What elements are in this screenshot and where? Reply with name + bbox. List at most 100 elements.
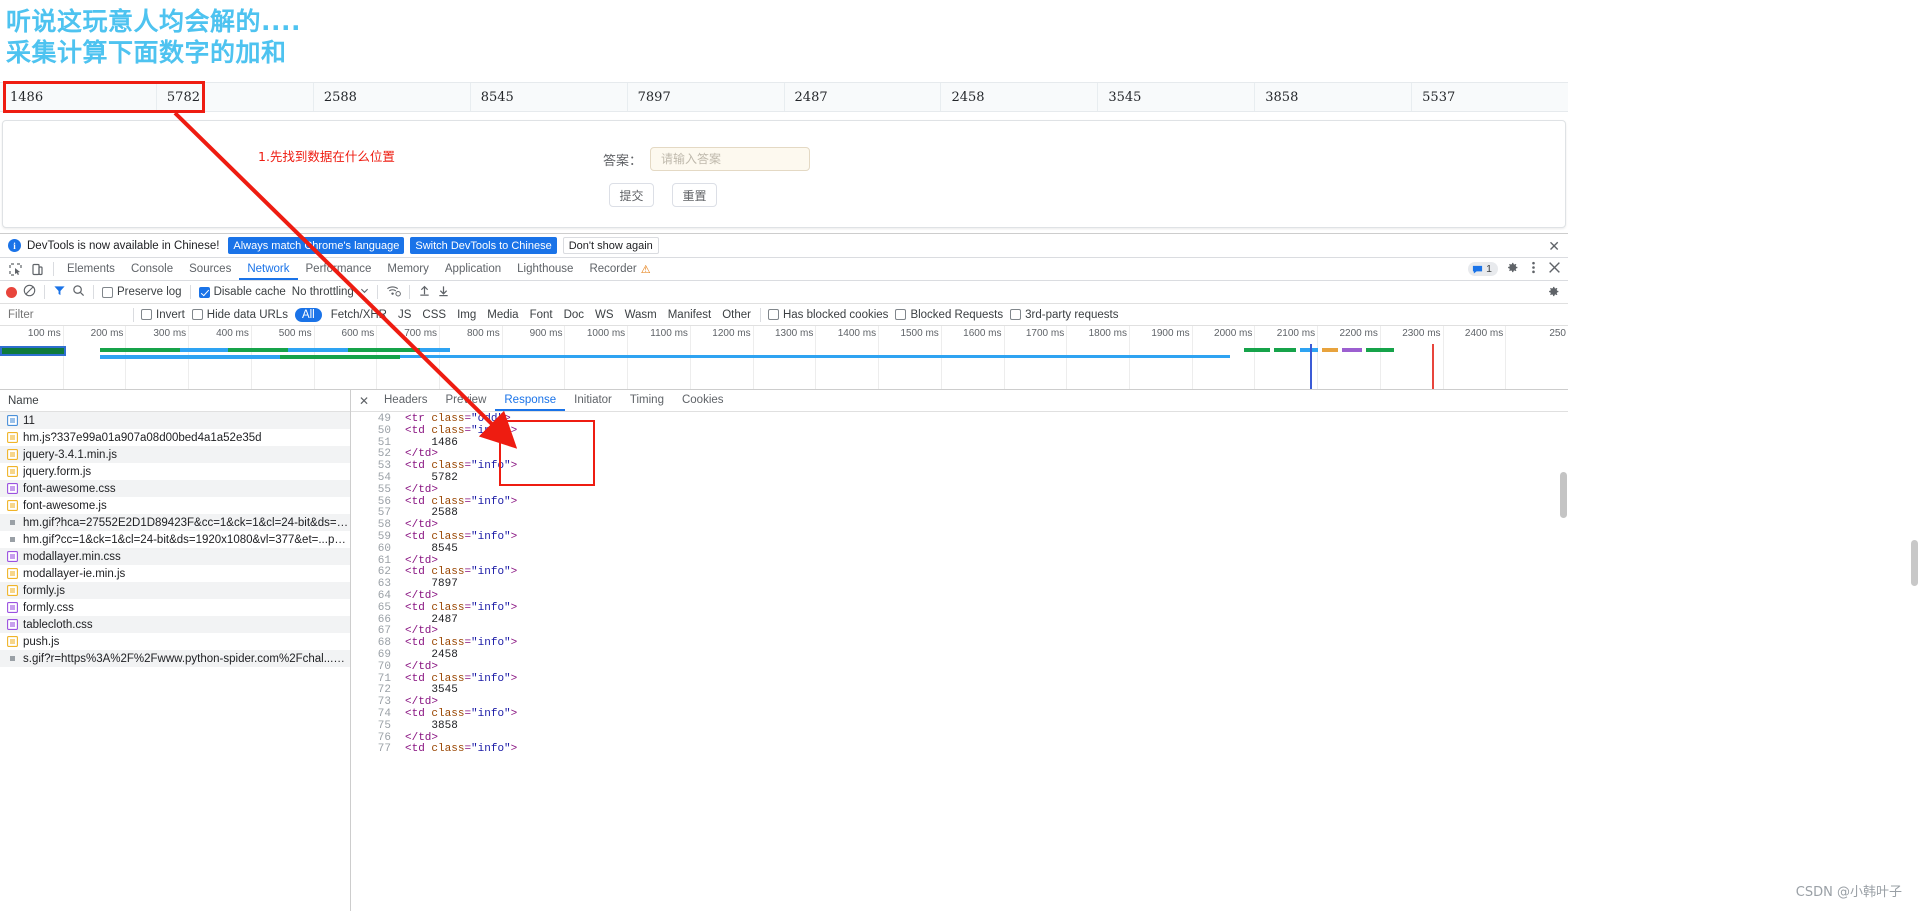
code-line: <td class="info"> <box>405 530 518 543</box>
request-row[interactable]: hm.gif?cc=1&ck=1&cl=24-bit&ds=1920x1080&… <box>0 531 350 548</box>
more-options-icon[interactable] <box>1527 261 1540 277</box>
disable-cache-checkbox[interactable]: Disable cache <box>198 286 286 298</box>
detail-tab-response[interactable]: Response <box>495 390 565 411</box>
filter-type-fetch-xhr[interactable]: Fetch/XHR <box>329 309 389 321</box>
devtools-vertical-scrollbar[interactable] <box>1911 540 1918 586</box>
code-line: </td> <box>405 696 439 709</box>
tab-recorder[interactable]: Recorder <box>581 258 644 280</box>
code-line-number: 70 <box>377 660 391 673</box>
filter-type-doc[interactable]: Doc <box>562 309 586 321</box>
filter-separator-2 <box>759 307 761 322</box>
invert-checkbox[interactable]: Invert <box>141 309 185 321</box>
number-cell: 5537 <box>1422 89 1456 105</box>
device-toolbar-icon[interactable] <box>26 259 48 279</box>
request-row[interactable]: formly.js <box>0 582 350 599</box>
request-row[interactable]: formly.css <box>0 599 350 616</box>
filter-input[interactable] <box>6 307 126 322</box>
request-row[interactable]: font-awesome.css <box>0 480 350 497</box>
switch-to-chinese-button[interactable]: Switch DevTools to Chinese <box>410 237 557 254</box>
watermark-text: CSDN @小韩叶子 <box>1795 885 1902 900</box>
request-row[interactable]: jquery.form.js <box>0 463 350 480</box>
always-match-language-button[interactable]: Always match Chrome's language <box>228 237 405 254</box>
import-har-icon[interactable] <box>418 284 431 300</box>
tab-memory[interactable]: Memory <box>379 258 437 280</box>
code-scrollbar[interactable] <box>1560 472 1567 518</box>
request-row[interactable]: hm.gif?hca=27552E2D1D89423F&cc=1&ck=1&cl… <box>0 514 350 531</box>
has-blocked-cookies-checkbox[interactable]: Has blocked cookies <box>767 309 888 321</box>
filter-type-media[interactable]: Media <box>485 309 520 321</box>
tab-performance[interactable]: Performance <box>298 258 380 280</box>
request-row[interactable]: tablecloth.css <box>0 616 350 633</box>
network-conditions-icon[interactable] <box>386 284 401 300</box>
network-settings-gear-icon[interactable] <box>1547 285 1560 301</box>
timeline-tick-label: 2000 ms <box>1214 328 1253 339</box>
filter-type-wasm[interactable]: Wasm <box>623 309 659 321</box>
request-row[interactable]: 11 <box>0 412 350 429</box>
detail-tab-timing[interactable]: Timing <box>621 390 673 411</box>
response-code-view[interactable]: 49 50 51 52 53 54 55 56 57 58 59 60 61 62 63 64 65 66 67 68… <box>351 412 1568 911</box>
third-party-label: 3rd-party requests <box>1025 308 1119 321</box>
filter-type-css[interactable]: CSS <box>420 309 448 321</box>
answer-form-card: 答案： 提交 重置 <box>2 120 1566 228</box>
record-button-icon[interactable] <box>6 286 17 298</box>
request-detail-tabs: ✕ Headers Preview Response Initiator Timing C… <box>351 390 1568 412</box>
clear-requests-icon[interactable] <box>23 284 36 300</box>
message-count-badge[interactable]: 1 <box>1468 262 1498 276</box>
request-row[interactable]: jquery-3.4.1.min.js <box>0 446 350 463</box>
detail-tab-preview[interactable]: Preview <box>436 390 495 411</box>
export-har-icon[interactable] <box>437 284 450 300</box>
request-row[interactable]: s.gif?r=https%3A%2F%2Fwww.python-spider.… <box>0 650 350 667</box>
request-row[interactable]: modallayer.min.css <box>0 548 350 565</box>
tab-network[interactable]: Network <box>239 258 297 280</box>
request-row[interactable]: modallayer-ie.min.js <box>0 565 350 582</box>
close-icon[interactable]: ✕ <box>1548 238 1560 255</box>
submit-button[interactable]: 提交 <box>609 183 654 207</box>
detail-tab-cookies[interactable]: Cookies <box>673 390 733 411</box>
code-line: <td class="info"> <box>405 495 518 508</box>
third-party-requests-checkbox[interactable]: 3rd-party requests <box>1010 309 1118 321</box>
filter-type-all[interactable]: All <box>294 307 322 322</box>
network-panes: Name 11 hm.js?337e99a01a907a08d00bed4a1a5… <box>0 390 1568 911</box>
filter-type-other[interactable]: Other <box>720 309 753 321</box>
filter-funnel-icon[interactable] <box>53 284 66 300</box>
inspect-element-icon[interactable] <box>4 259 26 279</box>
tab-console[interactable]: Console <box>123 258 181 280</box>
network-overview-timeline[interactable]: 100 ms 200 ms 300 ms 400 ms 500 ms 600 ms 700 … <box>0 326 1568 390</box>
timeline-tick-label: 400 ms <box>216 328 249 339</box>
hide-data-urls-checkbox[interactable]: Hide data URLs <box>191 309 288 321</box>
blocked-requests-label: Blocked Requests <box>910 308 1004 321</box>
tab-elements[interactable]: Elements <box>59 258 123 280</box>
preserve-log-checkbox[interactable]: Preserve log <box>102 286 182 298</box>
reset-button[interactable]: 重置 <box>672 183 717 207</box>
close-detail-icon[interactable]: ✕ <box>355 394 373 408</box>
blocked-requests-checkbox[interactable]: Blocked Requests <box>895 309 1003 321</box>
filter-type-ws[interactable]: WS <box>593 309 616 321</box>
tab-application[interactable]: Application <box>437 258 509 280</box>
filter-type-manifest[interactable]: Manifest <box>666 309 713 321</box>
request-row[interactable]: push.js <box>0 633 350 650</box>
tabstrip-right-controls: 1 <box>1468 261 1568 277</box>
request-list-header: Name <box>0 390 350 412</box>
dont-show-again-button[interactable]: Don't show again <box>562 237 659 254</box>
has-blocked-cookies-box <box>767 309 779 320</box>
request-list[interactable]: 11 hm.js?337e99a01a907a08d00bed4a1a52e35d… <box>0 412 350 911</box>
js-file-icon <box>7 449 18 460</box>
request-row[interactable]: hm.js?337e99a01a907a08d00bed4a1a52e35d <box>0 429 350 446</box>
detail-tab-headers[interactable]: Headers <box>375 390 436 411</box>
tab-lighthouse[interactable]: Lighthouse <box>509 258 581 280</box>
answer-label: 答案： <box>603 153 643 169</box>
filter-type-img[interactable]: Img <box>455 309 478 321</box>
code-content: <tr class="odd"> <td class="info"> 1486 </… <box>397 412 1568 911</box>
throttling-select[interactable]: No throttling <box>292 286 354 298</box>
settings-gear-icon[interactable] <box>1506 261 1519 277</box>
answer-input[interactable] <box>650 147 811 171</box>
close-devtools-icon[interactable] <box>1548 261 1561 277</box>
request-row[interactable]: font-awesome.js <box>0 497 350 514</box>
filter-type-font[interactable]: Font <box>528 309 555 321</box>
filter-type-js[interactable]: JS <box>396 309 413 321</box>
search-icon[interactable] <box>72 284 85 300</box>
code-line-numbers: 49 50 51 52 53 54 55 56 57 58 59 60 61 62 63 64 65 66 67 68… <box>351 412 397 911</box>
detail-tab-initiator[interactable]: Initiator <box>565 390 621 411</box>
chevron-down-icon[interactable] <box>360 286 369 298</box>
tab-sources[interactable]: Sources <box>181 258 239 280</box>
